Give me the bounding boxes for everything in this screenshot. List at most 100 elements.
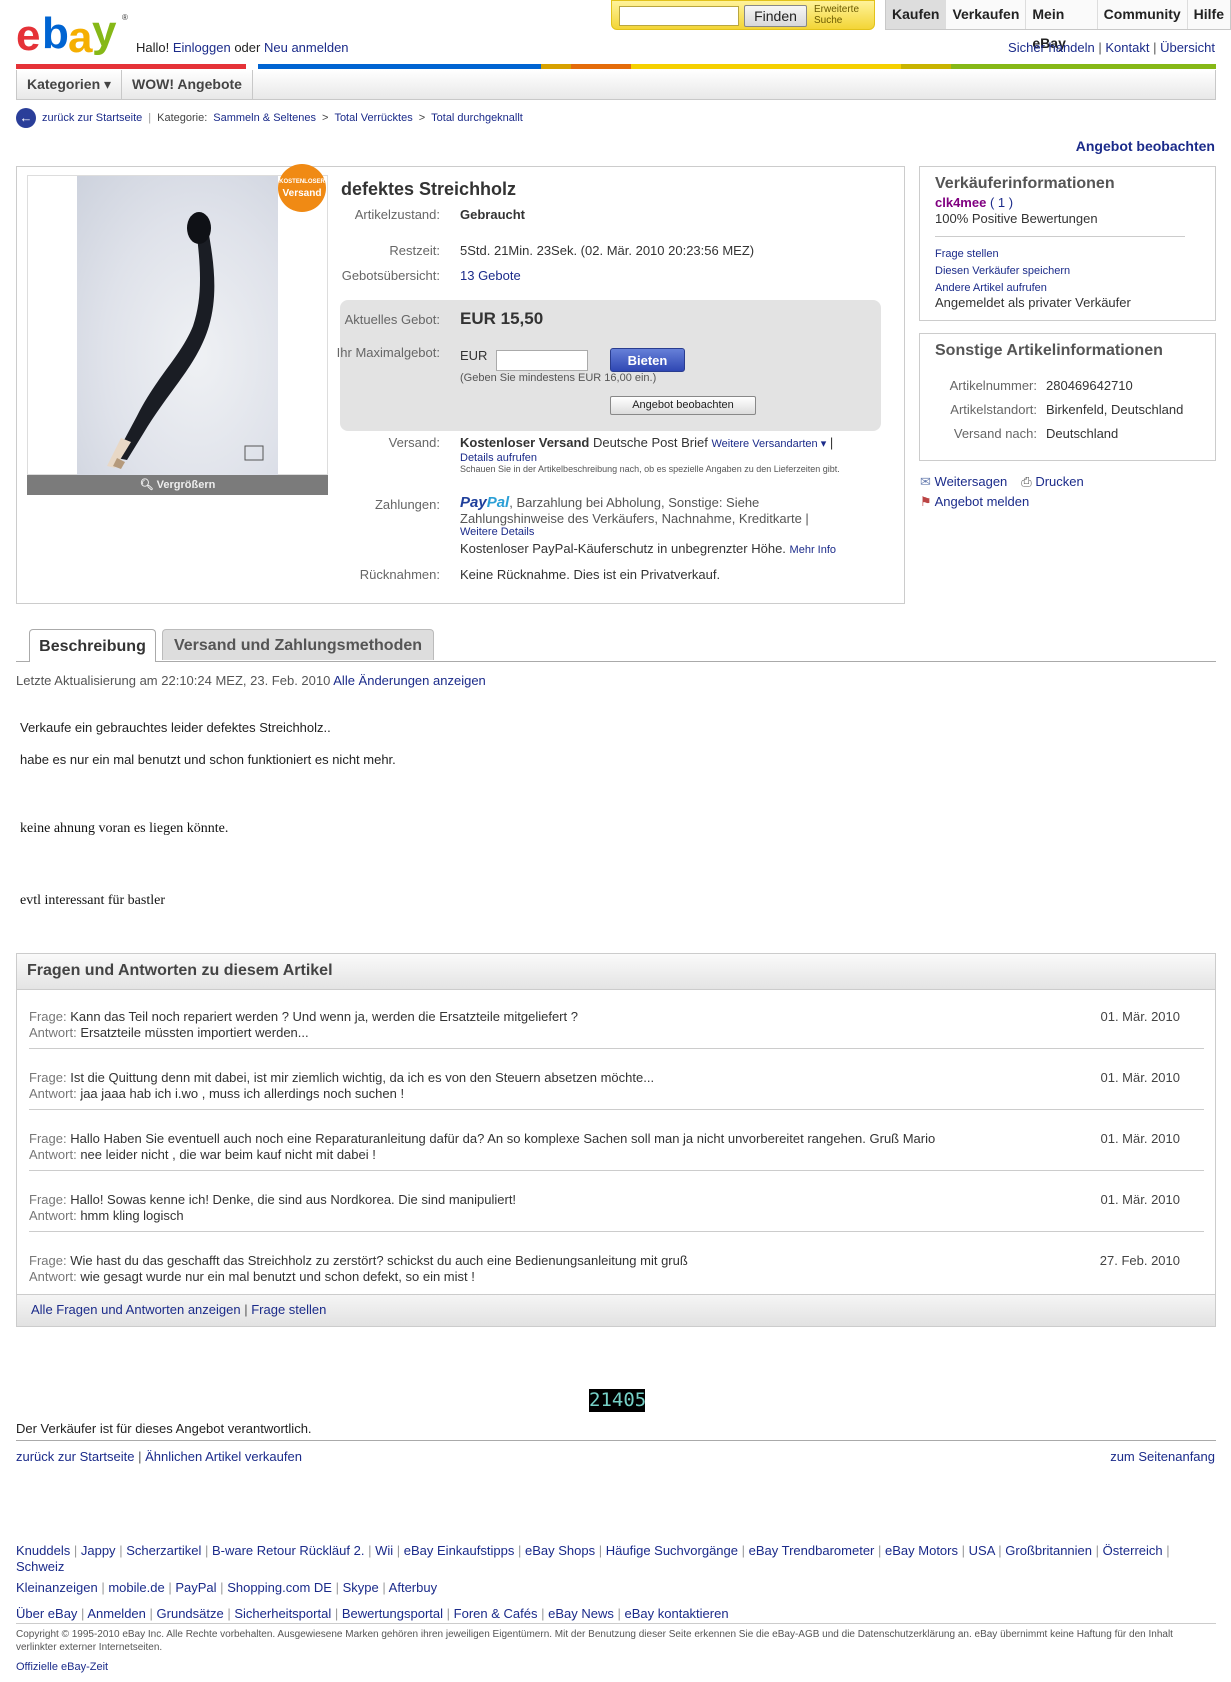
nav-community[interactable]: Community <box>1096 0 1187 29</box>
footer-link[interactable]: Grundsätze <box>157 1606 224 1621</box>
divider <box>29 1048 1204 1049</box>
footer-link[interactable]: Shopping.com DE <box>227 1580 332 1595</box>
item-actions: ✉ Weitersagen ⎙ Drucken <box>920 474 1084 490</box>
footer-link[interactable]: Bewertungsportal <box>342 1606 443 1621</box>
sitemap-link[interactable]: Übersicht <box>1160 40 1215 55</box>
shipping-info: Kostenloser Versand Deutsche Post Brief … <box>460 435 834 450</box>
footer-link[interactable]: Foren & Cafés <box>454 1606 538 1621</box>
more-info-link[interactable]: Mehr Info <box>790 544 836 556</box>
footer-link[interactable]: PayPal <box>175 1580 216 1595</box>
safe-trading-link[interactable]: Sicher handeln <box>1008 40 1095 55</box>
tab-shipping-payment[interactable]: Versand und Zahlungsmethoden <box>162 629 434 660</box>
currency-label: EUR <box>460 348 488 363</box>
footer-link[interactable]: mobile.de <box>108 1580 164 1595</box>
footer-link[interactable]: Scherzartikel <box>126 1543 201 1558</box>
visitor-counter: 21405 <box>589 1389 647 1412</box>
breadcrumb-item[interactable]: Total Verrücktes <box>334 112 412 124</box>
ask-question-link[interactable]: Frage stellen <box>935 248 999 260</box>
back-to-home-link[interactable]: zurück zur Startseite <box>16 1449 135 1464</box>
footer-link[interactable]: Skype <box>343 1580 379 1595</box>
breadcrumb-item[interactable]: Sammeln & Seltenes <box>213 112 316 124</box>
qa-footer-links: Alle Fragen und Antworten anzeigen | Fra… <box>31 1302 327 1317</box>
top-links: Sicher handeln | Kontakt | Übersicht <box>1008 40 1215 55</box>
categories-menu[interactable]: Kategorien ▾ <box>17 70 123 99</box>
search-input[interactable] <box>619 6 739 26</box>
seller-name: clk4mee ( 1 ) <box>935 195 1013 210</box>
print-link[interactable]: ⎙ Drucken <box>1021 474 1083 490</box>
nav-sell[interactable]: Verkaufen <box>945 0 1025 29</box>
max-bid-input[interactable] <box>496 350 588 371</box>
breadcrumb: ← zurück zur Startseite | Kategorie: Sam… <box>16 108 523 128</box>
footer-link[interactable]: Schweiz <box>16 1559 64 1574</box>
footer-link[interactable]: B-ware Retour Rückläuf 2. <box>212 1543 364 1558</box>
max-bid-label: Ihr Maximalgebot: <box>336 345 440 360</box>
payment-info: PayPal, Barzahlung bei Abholung, Sonstig… <box>460 494 809 527</box>
share-link[interactable]: ✉ Weitersagen <box>920 474 1007 490</box>
footer-link[interactable]: eBay Einkaufstipps <box>404 1543 515 1558</box>
tab-description[interactable]: Beschreibung <box>29 629 156 662</box>
item-title: defektes Streichholz <box>341 179 517 199</box>
watch-item-link[interactable]: Angebot beobachten <box>1076 138 1215 154</box>
register-link[interactable]: Neu anmelden <box>264 40 349 55</box>
time-left-label: Restzeit: <box>389 243 440 258</box>
footer-link[interactable]: Kleinanzeigen <box>16 1580 98 1595</box>
nav-buy[interactable]: Kaufen <box>886 0 946 29</box>
footer-link[interactable]: Über eBay <box>16 1606 77 1621</box>
shipping-details-link[interactable]: Details aufrufen <box>460 452 537 464</box>
all-questions-link[interactable]: Alle Fragen und Antworten anzeigen <box>31 1302 241 1317</box>
footer-link[interactable]: Anmelden <box>87 1606 146 1621</box>
seller-name-link[interactable]: clk4mee <box>935 195 986 210</box>
footer-link[interactable]: Sicherheitsportal <box>234 1606 331 1621</box>
advanced-search-link[interactable]: Erweiterte Suche <box>814 4 859 26</box>
returns-value: Keine Rücknahme. Dies ist ein Privatverk… <box>460 567 721 582</box>
footer-link[interactable]: Österreich <box>1103 1543 1163 1558</box>
footer-link[interactable]: Jappy <box>81 1543 116 1558</box>
nav-my-ebay[interactable]: Mein eBay <box>1025 0 1096 51</box>
all-changes-link[interactable]: Alle Änderungen anzeigen <box>333 673 486 688</box>
save-seller-link[interactable]: Diesen Verkäufer speichern <box>935 265 1070 277</box>
enlarge-button[interactable]: 🔍︎ Vergrößern <box>27 475 328 495</box>
footer-link[interactable]: eBay News <box>548 1606 614 1621</box>
bid-button[interactable]: Bieten <box>610 348 685 372</box>
footer-link[interactable]: Afterbuy <box>389 1580 437 1595</box>
item-location-label: Artikelstandort: <box>950 402 1037 417</box>
footer-link[interactable]: eBay Trendbarometer <box>749 1543 875 1558</box>
ask-question-link[interactable]: Frage stellen <box>251 1302 326 1317</box>
copyright: Copyright © 1995-2010 eBay Inc. Alle Rec… <box>16 1629 1173 1653</box>
official-time-link[interactable]: Offizielle eBay-Zeit <box>16 1661 108 1673</box>
qa-item: Frage: Kann das Teil noch repariert werd… <box>29 1009 1180 1040</box>
footer-link[interactable]: eBay Motors <box>885 1543 958 1558</box>
contact-link[interactable]: Kontakt <box>1105 40 1149 55</box>
breadcrumb-item[interactable]: Total durchgeknallt <box>431 112 523 124</box>
other-items-link[interactable]: Andere Artikel aufrufen <box>935 282 1047 294</box>
login-link[interactable]: Einloggen <box>173 40 231 55</box>
payment-details-link[interactable]: Weitere Details <box>460 526 534 538</box>
footer-link[interactable]: Großbritannien <box>1005 1543 1092 1558</box>
chevron-down-icon: ▾ <box>820 438 827 450</box>
feedback-score-link[interactable]: ( 1 ) <box>990 195 1013 210</box>
footer-link[interactable]: Wii <box>375 1543 393 1558</box>
current-bid-value: EUR 15,50 <box>460 309 544 328</box>
ebay-logo[interactable]: e b a y ® <box>16 7 131 62</box>
back-arrow-icon[interactable]: ← <box>16 108 36 128</box>
sell-similar-link[interactable]: Ähnlichen Artikel verkaufen <box>145 1449 302 1464</box>
nav-help[interactable]: Hilfe <box>1186 0 1230 29</box>
payment-label: Zahlungen: <box>374 497 440 512</box>
footer-nav-left: zurück zur Startseite | Ähnlichen Artike… <box>16 1449 302 1464</box>
footer-link[interactable]: USA <box>969 1543 995 1558</box>
search-button[interactable]: Finden <box>744 5 807 27</box>
category-bar: Kategorien ▾ WOW! Angebote <box>16 70 1216 100</box>
seller-responsible-note: Der Verkäufer ist für dieses Angebot ver… <box>16 1421 312 1436</box>
footer-link[interactable]: Häufige Suchvorgänge <box>606 1543 738 1558</box>
back-to-home-link[interactable]: zurück zur Startseite <box>42 112 142 124</box>
watch-button[interactable]: Angebot beobachten <box>610 396 756 415</box>
back-to-top-link[interactable]: zum Seitenanfang <box>1110 1449 1215 1464</box>
buyer-protection: Kostenloser PayPal-Käuferschutz in unbeg… <box>460 541 837 556</box>
footer-link[interactable]: eBay kontaktieren <box>625 1606 729 1621</box>
wow-offers-link[interactable]: WOW! Angebote <box>122 70 253 99</box>
footer-link[interactable]: Knuddels <box>16 1543 70 1558</box>
footer-link[interactable]: eBay Shops <box>525 1543 595 1558</box>
more-shipping-link[interactable]: Weitere Versandarten ▾ <box>711 438 826 450</box>
bid-history-link[interactable]: 13 Gebote <box>460 268 521 283</box>
report-item-link[interactable]: ⚑ Angebot melden <box>920 494 1029 510</box>
